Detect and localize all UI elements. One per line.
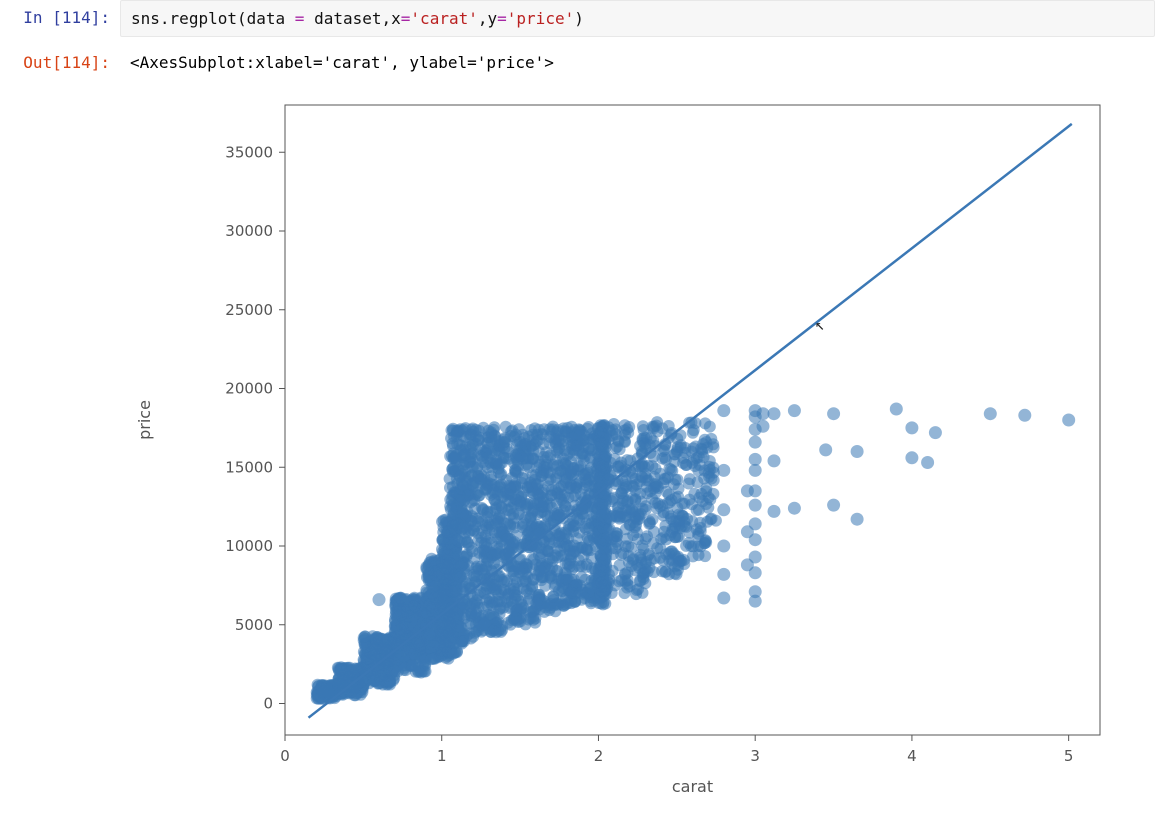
svg-text:30000: 30000: [225, 222, 273, 240]
code-token: 'price': [507, 9, 574, 28]
code-token: data: [247, 9, 286, 28]
code-token: y: [488, 9, 498, 28]
svg-text:15000: 15000: [225, 458, 273, 476]
code-token: sns: [131, 9, 160, 28]
code-token: ): [574, 9, 584, 28]
svg-text:5: 5: [1064, 747, 1074, 765]
output-cell: Out[114]: <AxesSubplot:xlabel='carat', y…: [0, 45, 1155, 80]
chart-output: 0 1 2 3 4 5 0 5000 10000 15000 20000 25000 30000 3500…: [110, 90, 1155, 810]
code-token: =: [285, 9, 314, 28]
code-token: (: [237, 9, 247, 28]
input-cell: In [114]: sns.regplot(data = dataset,x='…: [0, 0, 1155, 37]
svg-text:0: 0: [280, 747, 290, 765]
code-token: ,: [478, 9, 488, 28]
svg-text:1: 1: [437, 747, 447, 765]
code-input[interactable]: sns.regplot(data = dataset,x='carat',y='…: [120, 0, 1155, 37]
code-token: =: [401, 9, 411, 28]
code-token: regplot: [170, 9, 237, 28]
svg-text:25000: 25000: [225, 301, 273, 319]
code-token: ,: [382, 9, 392, 28]
svg-text:20000: 20000: [225, 380, 273, 398]
svg-text:10000: 10000: [225, 537, 273, 555]
svg-text:35000: 35000: [225, 143, 273, 161]
code-token: dataset: [314, 9, 381, 28]
svg-text:4: 4: [907, 747, 917, 765]
svg-text:price: price: [135, 400, 154, 440]
regplot-chart: 0 1 2 3 4 5 0 5000 10000 15000 20000 25000 30000 3500…: [110, 90, 1120, 810]
out-prompt: Out[114]:: [0, 45, 120, 80]
svg-text:5000: 5000: [235, 616, 273, 634]
code-token: x: [391, 9, 401, 28]
code-token: 'carat': [410, 9, 477, 28]
in-prompt: In [114]:: [0, 0, 120, 35]
cursor-icon: ↖: [815, 315, 825, 334]
code-token: .: [160, 9, 170, 28]
code-token: =: [497, 9, 507, 28]
svg-text:0: 0: [263, 695, 273, 713]
svg-text:3: 3: [750, 747, 760, 765]
output-text: <AxesSubplot:xlabel='carat', ylabel='pri…: [120, 45, 1155, 80]
svg-text:carat: carat: [672, 777, 713, 796]
svg-text:2: 2: [594, 747, 604, 765]
